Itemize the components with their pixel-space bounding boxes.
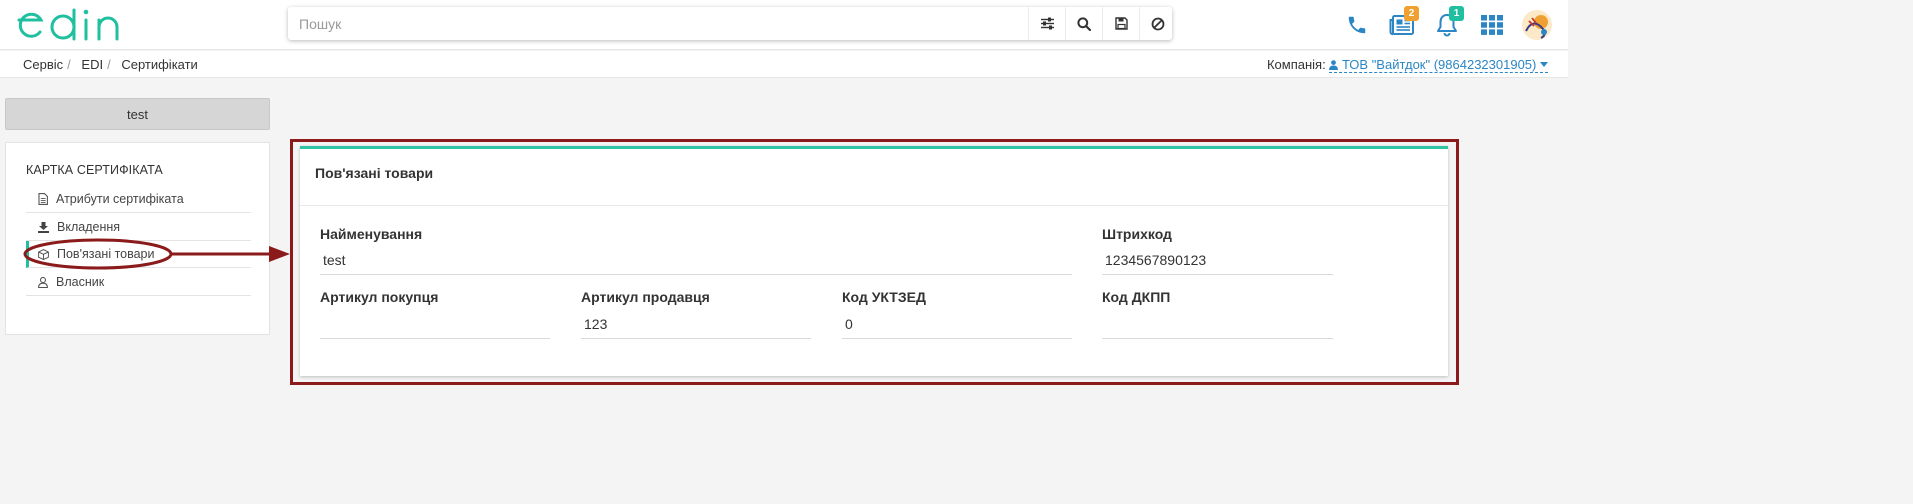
user-icon bbox=[1329, 60, 1339, 70]
breadcrumb: Сервіс / EDI / Сертифікати bbox=[23, 57, 198, 72]
user-avatar[interactable] bbox=[1520, 8, 1554, 42]
save-search-button[interactable] bbox=[1102, 7, 1139, 40]
grid-icon bbox=[1481, 15, 1503, 35]
search-icon bbox=[1077, 16, 1091, 31]
barcode-label: Штрихкод bbox=[1102, 226, 1172, 242]
floppy-disk-icon bbox=[1114, 17, 1128, 30]
edin-logo[interactable]: edin bbox=[14, 5, 132, 43]
breadcrumb-edi[interactable]: EDI bbox=[81, 57, 103, 72]
sidebar-item-owner[interactable]: Власник bbox=[26, 269, 251, 296]
name-field[interactable]: test bbox=[320, 250, 1072, 275]
news-count-badge: 2 bbox=[1404, 6, 1419, 21]
company-dropdown[interactable]: ТОВ "Вайтдок" (9864232301905) bbox=[1329, 57, 1548, 73]
sliders-icon bbox=[1040, 17, 1054, 30]
user-icon bbox=[38, 276, 48, 288]
panel-header: Пов'язані товари bbox=[300, 149, 1448, 206]
search-bar bbox=[288, 7, 1172, 40]
certificate-card-menu: КАРТКА СЕРТИФІКАТА Атрибути сертифіката … bbox=[5, 142, 270, 335]
apps-menu-button[interactable] bbox=[1475, 8, 1509, 42]
buyer-article-label: Артикул покупця bbox=[320, 289, 439, 305]
seller-article-label: Артикул продавця bbox=[581, 289, 710, 305]
related-products-panel: Пов'язані товари Найменування test Штрих… bbox=[300, 146, 1448, 376]
product-name-button[interactable]: test bbox=[5, 98, 270, 130]
svg-text:edin: edin bbox=[14, 5, 16, 6]
search-input[interactable] bbox=[288, 7, 1028, 40]
sidebar-item-label: Атрибути сертифіката bbox=[56, 192, 184, 206]
certificate-card-title: КАРТКА СЕРТИФІКАТА bbox=[26, 163, 163, 177]
uktzed-code-field[interactable]: 0 bbox=[842, 314, 1072, 339]
notifications-button[interactable]: 1 bbox=[1430, 6, 1464, 42]
clear-search-button[interactable] bbox=[1139, 7, 1176, 40]
breadcrumb-service[interactable]: Сервіс bbox=[23, 57, 63, 72]
breadcrumb-bar: Сервіс / EDI / Сертифікати Компанія: ТОВ "… bbox=[0, 51, 1568, 78]
sidebar-item-related-products[interactable]: Пов'язані товари bbox=[26, 241, 251, 268]
company-selector: Компанія: ТОВ "Вайтдок" (9864232301905) bbox=[1266, 57, 1548, 73]
ban-icon bbox=[1151, 17, 1165, 30]
news-button[interactable]: 2 bbox=[1385, 6, 1419, 42]
name-label: Найменування bbox=[320, 226, 423, 242]
phone-icon bbox=[1348, 16, 1366, 34]
sidebar-item-attributes[interactable]: Атрибути сертифіката bbox=[26, 186, 251, 213]
box-icon bbox=[38, 248, 49, 260]
sidebar-item-label: Вкладення bbox=[57, 220, 121, 234]
breadcrumb-certificates[interactable]: Сертифікати bbox=[121, 57, 198, 72]
notification-count-badge: 1 bbox=[1449, 6, 1464, 21]
avatar-icon bbox=[1522, 10, 1552, 40]
seller-article-field[interactable]: 123 bbox=[581, 314, 811, 339]
buyer-article-field[interactable] bbox=[320, 314, 550, 339]
document-icon bbox=[38, 193, 48, 205]
dkpp-code-label: Код ДКПП bbox=[1102, 289, 1171, 305]
sidebar-item-attachments[interactable]: Вкладення bbox=[26, 214, 251, 241]
sidebar-item-label: Власник bbox=[56, 275, 105, 289]
uktzed-code-label: Код УКТЗЕД bbox=[842, 289, 926, 305]
sidebar-item-label: Пов'язані товари bbox=[57, 247, 155, 261]
download-icon bbox=[38, 221, 49, 233]
filter-settings-button[interactable] bbox=[1028, 7, 1065, 40]
caret-down-icon bbox=[1540, 62, 1548, 67]
dkpp-code-field[interactable] bbox=[1102, 314, 1333, 339]
barcode-field[interactable]: 1234567890123 bbox=[1102, 250, 1333, 275]
company-name: ТОВ "Вайтдок" (9864232301905) bbox=[1341, 57, 1537, 72]
phone-button[interactable] bbox=[1340, 8, 1374, 42]
company-label: Компанія: bbox=[1266, 57, 1326, 72]
top-header: edin Пошук 2 1 bbox=[0, 0, 1568, 50]
search-button[interactable] bbox=[1065, 7, 1102, 40]
panel-title: Пов'язані товари bbox=[315, 165, 434, 181]
